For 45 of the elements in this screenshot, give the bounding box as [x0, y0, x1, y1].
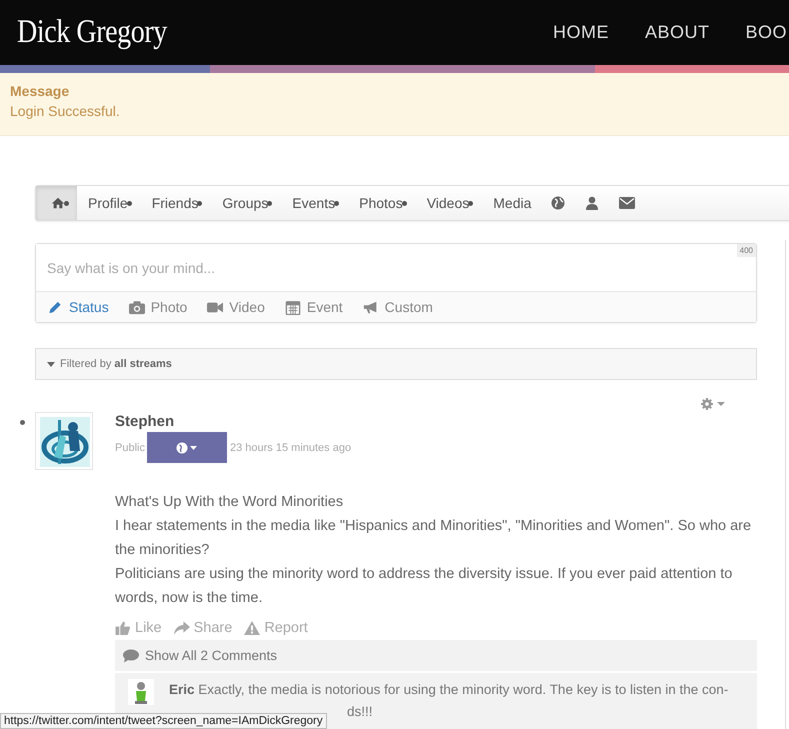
comment-text: Eric Exactly, the media is notorious for using the minority word. The key is to listen in the con-	[169, 681, 728, 699]
privacy-label: Public	[115, 442, 146, 454]
post-time: 23 hours 15 minutes ago	[230, 442, 352, 454]
profile-nav-tab[interactable]: Groups	[211, 186, 282, 220]
mail-icon	[619, 197, 636, 209]
globe-icon	[551, 196, 566, 210]
pencil-icon	[47, 300, 63, 314]
caret-icon	[47, 362, 55, 366]
post-text: What's Up With the Word Minorities	[115, 493, 344, 512]
profile-nav-tab[interactable]	[36, 186, 77, 220]
profile-nav-tab[interactable]: Profile	[77, 186, 141, 220]
author-name[interactable]: Stephen	[115, 413, 757, 430]
status-bar-url: https://twitter.com/intent/tweet?screen_name=IAmDickGregory	[0, 713, 327, 729]
nav-link[interactable]: ABOUT	[644, 22, 710, 43]
message-text: Login Successful.	[10, 103, 121, 119]
composer-tab[interactable]: Status	[47, 299, 109, 315]
thumbs-up-icon	[115, 621, 131, 635]
profile-nav-tab[interactable]: Events	[281, 186, 348, 220]
profile-nav-tab[interactable]: Videos	[416, 186, 482, 220]
video-camera-icon	[207, 300, 224, 314]
share-arrow-icon	[174, 621, 190, 635]
privacy-dropdown-button[interactable]	[147, 432, 227, 463]
filter-label: Filtered by all streams	[60, 358, 172, 370]
bullet-icon	[20, 420, 25, 425]
globe-caret-icon	[176, 442, 198, 454]
profile-nav-tab[interactable]: Photos	[348, 186, 416, 220]
show-comments-link[interactable]: Show All 2 Comments	[115, 640, 757, 671]
post-text: Politicians are using the minority word to address the diversity issue. If you ever paid attention to words, now is the time.	[115, 565, 734, 608]
camera-icon	[128, 300, 145, 314]
home-icon	[51, 196, 65, 210]
message-title: Message	[10, 83, 70, 99]
user-icon	[585, 196, 600, 210]
filter-bar[interactable]: Filtered by all streams	[35, 348, 757, 380]
post-text: I hear statements in the media like "Hispanics and Minorities", "Minorities and Women". So who are the minorities?	[115, 517, 752, 560]
profile-nav-tab[interactable]: Media	[482, 186, 540, 220]
settings-icon[interactable]	[701, 398, 727, 410]
nav-link[interactable]: BOO	[745, 22, 787, 43]
nav-link[interactable]: HOME	[552, 22, 609, 43]
profile-nav-tab[interactable]: Friends	[140, 186, 212, 220]
speech-bubble-icon	[123, 648, 139, 662]
warning-icon	[244, 621, 260, 635]
site-title[interactable]: Dick Gregory	[17, 14, 167, 51]
megaphone-icon	[362, 300, 379, 314]
calendar-icon	[284, 300, 301, 314]
composer-panel[interactable]: 400 Say what is on your mind... Status Photo Video Event Custom	[35, 243, 757, 323]
